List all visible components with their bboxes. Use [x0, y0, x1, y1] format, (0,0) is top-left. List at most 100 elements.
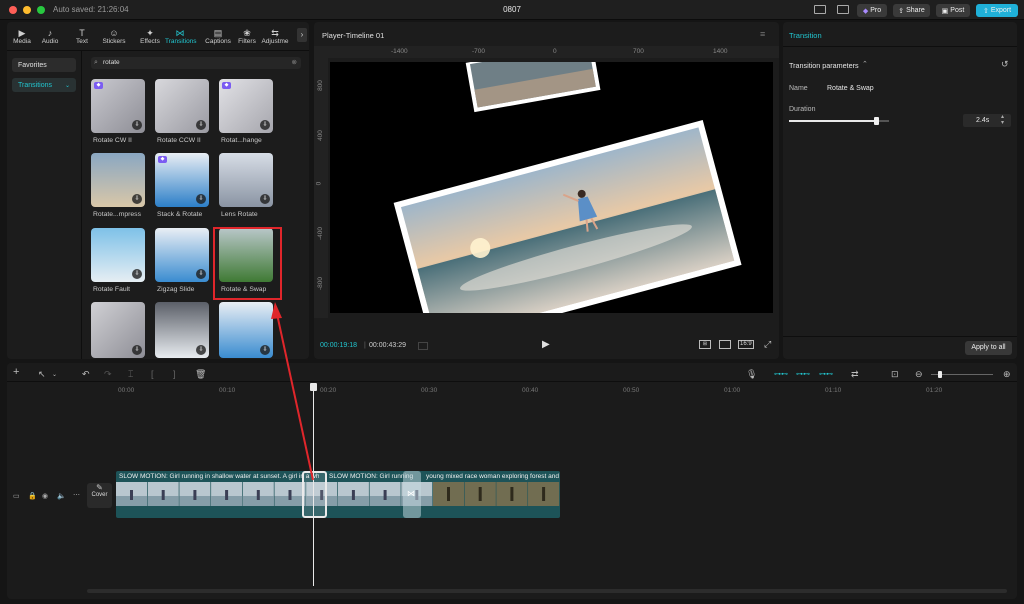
- sidebar-item-transitions[interactable]: Transitions ⌄: [12, 78, 76, 92]
- fullscreen-icon[interactable]: ⤢: [764, 339, 771, 350]
- zoom-out-icon[interactable]: ⊖: [915, 369, 923, 380]
- chevron-right-icon[interactable]: ›: [297, 28, 307, 42]
- effect-card-6[interactable]: ⇩: [219, 153, 273, 207]
- effect-card-7[interactable]: ⇩: [91, 228, 145, 282]
- redo-icon[interactable]: ↷: [104, 369, 112, 380]
- reset-icon[interactable]: ↺: [1001, 59, 1009, 70]
- tab-effects[interactable]: ✦ Effects: [135, 28, 165, 45]
- effect-card-11[interactable]: ⇩: [155, 302, 209, 358]
- download-icon[interactable]: ⇩: [196, 269, 206, 279]
- split-icon[interactable]: ⌶: [128, 369, 133, 380]
- timeline-tick: 01:10: [825, 387, 842, 394]
- tab-adjustment[interactable]: ⇆ Adjustme: [260, 28, 290, 45]
- fullres-icon[interactable]: ⊞: [699, 340, 711, 349]
- video-track[interactable]: SLOW MOTION: Girl running in shallow wat…: [116, 471, 560, 518]
- clip-thumbnail-figure: [510, 487, 514, 501]
- menu-icon[interactable]: ≡: [760, 29, 765, 39]
- duration-slider[interactable]: [789, 117, 889, 125]
- pro-button[interactable]: ◆ Pro: [857, 4, 887, 17]
- play-icon[interactable]: ▶: [542, 339, 550, 350]
- effect-card-3[interactable]: ◆ ⇩: [219, 79, 273, 133]
- playhead-handle[interactable]: [310, 383, 317, 391]
- clip-thumbnail-figure: [383, 490, 387, 500]
- download-icon[interactable]: ⇩: [132, 269, 142, 279]
- download-icon[interactable]: ⇩: [196, 120, 206, 130]
- tab-transitions[interactable]: ⋈ Transitions: [165, 28, 197, 45]
- apply-to-all-button[interactable]: Apply to all: [965, 341, 1012, 355]
- stepper-arrows-icon[interactable]: ▴ ▾: [1001, 114, 1004, 126]
- zoom-slider[interactable]: [931, 371, 993, 378]
- add-icon[interactable]: +: [13, 366, 19, 378]
- more-icon[interactable]: ⋯: [73, 491, 80, 499]
- effect-card-4[interactable]: ⇩: [91, 153, 145, 207]
- magnet-icon[interactable]: ⊶⊷: [796, 370, 810, 378]
- layout-icon[interactable]: [814, 5, 826, 14]
- transition-marker-selected[interactable]: [302, 471, 327, 518]
- download-icon[interactable]: ⇩: [132, 345, 142, 355]
- horizontal-scrollbar[interactable]: [87, 589, 1007, 593]
- delete-icon[interactable]: 🗑: [195, 369, 206, 380]
- video-preview[interactable]: [330, 62, 773, 313]
- section-title: Transition parameters: [789, 61, 859, 70]
- effect-card-12[interactable]: ⇩: [219, 302, 273, 358]
- fit-icon[interactable]: ⊡: [891, 369, 899, 380]
- download-icon[interactable]: ⇩: [260, 194, 270, 204]
- clip-1-label: SLOW MOTION: Girl running in shallow wat…: [119, 473, 319, 480]
- adjustment-icon: ⇆: [271, 28, 279, 38]
- download-icon[interactable]: ⇩: [132, 120, 142, 130]
- tab-text[interactable]: T Text: [67, 28, 97, 45]
- download-icon[interactable]: ⇩: [260, 345, 270, 355]
- transition-marker[interactable]: ⋈: [403, 471, 421, 518]
- download-icon[interactable]: ⇩: [196, 345, 206, 355]
- effect-card-2[interactable]: ⇩: [155, 79, 209, 133]
- snap-icon[interactable]: ⊶⊷: [819, 370, 833, 378]
- tab-audio[interactable]: ♪ Audio: [35, 28, 65, 45]
- playhead[interactable]: [313, 388, 314, 586]
- screenshot-icon[interactable]: [719, 340, 731, 349]
- export-button[interactable]: ⇧ Export: [976, 4, 1018, 17]
- download-icon[interactable]: ⇩: [260, 120, 270, 130]
- chevron-down-icon[interactable]: ⌄: [52, 371, 57, 378]
- preview-axis-icon[interactable]: ⇄: [851, 369, 859, 380]
- tab-stickers[interactable]: ☺ Stickers: [99, 28, 129, 45]
- tab-captions[interactable]: ▤ Captions: [203, 28, 233, 45]
- eye-icon[interactable]: ◉: [42, 492, 48, 500]
- effect-card-1[interactable]: ◆ ⇩: [91, 79, 145, 133]
- undo-icon[interactable]: ↶: [82, 369, 90, 380]
- tab-filters[interactable]: ❀ Filters: [232, 28, 262, 45]
- download-icon[interactable]: ⇩: [132, 194, 142, 204]
- transitions-icon: ⋈: [175, 28, 185, 38]
- lock-icon[interactable]: 🔒: [28, 492, 37, 500]
- download-icon[interactable]: ⇩: [196, 194, 206, 204]
- clear-search-icon[interactable]: ⊗: [292, 57, 297, 69]
- clip-thumbnail-figure: [447, 487, 450, 501]
- effects-icon: ✦: [146, 28, 154, 38]
- sidebar-item-favorites[interactable]: Favorites: [12, 58, 76, 72]
- effect-card-8[interactable]: ⇩: [155, 228, 209, 282]
- link-icon[interactable]: ⊶⊷: [774, 370, 788, 378]
- select-tool-icon[interactable]: ↖: [38, 369, 46, 380]
- clip-thumbnail-figure: [130, 490, 133, 500]
- track-icon[interactable]: ▭: [13, 492, 20, 500]
- collapse-icon[interactable]: ⌃: [862, 60, 868, 68]
- microphone-icon[interactable]: 🎙: [746, 369, 757, 380]
- zoom-in-icon[interactable]: ⊕: [1003, 369, 1011, 380]
- keyboard-icon[interactable]: [837, 5, 849, 14]
- effect-card-10[interactable]: ⇩: [91, 302, 145, 358]
- search-input[interactable]: ⌕ rotate ⊗: [91, 57, 301, 69]
- trim-left-icon[interactable]: [: [151, 369, 154, 379]
- cover-button[interactable]: ✎ Cover: [87, 483, 112, 508]
- speaker-icon[interactable]: 🔈: [57, 492, 66, 500]
- tab-transition[interactable]: Transition: [789, 31, 822, 40]
- aspect-ratio-button[interactable]: 16:9: [738, 340, 754, 349]
- tab-media[interactable]: ▶ Media: [7, 28, 37, 45]
- effect-card-5[interactable]: ◆ ⇩: [155, 153, 209, 207]
- duration-stepper[interactable]: 2.4s ▴ ▾: [963, 114, 1011, 127]
- zoom-slider-handle[interactable]: [938, 371, 943, 378]
- trim-right-icon[interactable]: ]: [173, 369, 176, 379]
- duration-slider-handle[interactable]: [874, 117, 879, 125]
- post-button[interactable]: ▣ Post: [936, 4, 970, 17]
- media-panel: ▶ Media ♪ Audio T Text ☺ Stickers ✦ Effects ⋈ Trans…: [7, 22, 309, 359]
- share-button[interactable]: ⇪ Share: [893, 4, 930, 17]
- clip-thumbnail-figure: [225, 490, 229, 500]
